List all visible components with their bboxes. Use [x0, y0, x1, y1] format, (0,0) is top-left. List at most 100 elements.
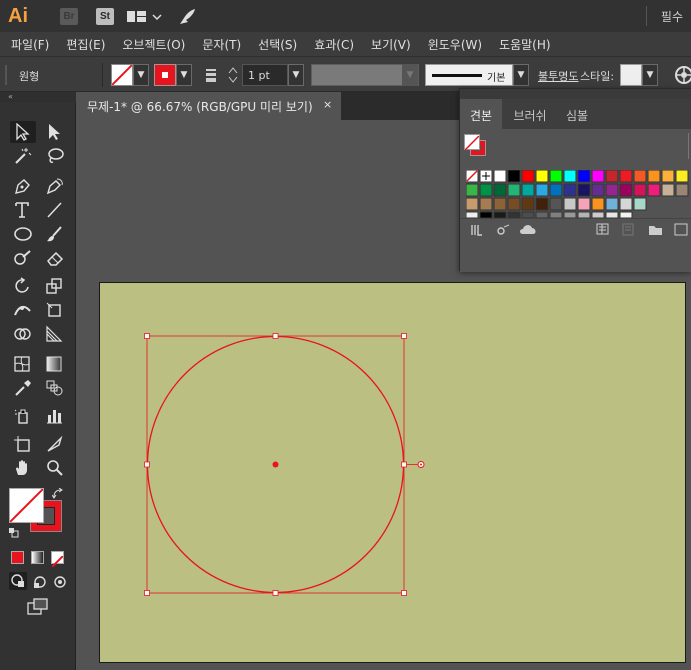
graphic-style-swatch[interactable] — [620, 64, 642, 86]
stroke-weight-dropdown[interactable]: ▼ — [288, 64, 304, 86]
none-slash-icon — [51, 555, 64, 568]
curvature-tool[interactable] — [42, 175, 68, 197]
line-segment-tool[interactable] — [42, 199, 68, 221]
style-dropdown[interactable]: ▼ — [642, 64, 658, 86]
new-color-group-icon[interactable] — [596, 223, 612, 237]
paintbrush-tool[interactable] — [42, 223, 68, 245]
pen-tool[interactable] — [10, 175, 36, 197]
width-icon — [14, 305, 31, 316]
hand-tool[interactable] — [10, 457, 36, 479]
menu-type[interactable]: 문자(T) — [202, 36, 241, 53]
stroke-color-swatch[interactable] — [154, 64, 176, 86]
new-group-folder-icon[interactable] — [648, 223, 664, 237]
gradient-tool[interactable] — [42, 353, 68, 375]
rotate-tool[interactable] — [10, 275, 36, 297]
profile-dropdown[interactable]: ▼ — [402, 64, 418, 86]
shape-builder-tool[interactable] — [10, 323, 36, 345]
swatch-options-icon[interactable] — [622, 223, 636, 237]
draw-behind-icon[interactable] — [32, 574, 48, 590]
none-slash-icon — [9, 488, 44, 523]
tools-panel-grip[interactable]: « — [0, 92, 76, 102]
fill-dropdown[interactable]: ▼ — [133, 64, 149, 86]
scale-tool[interactable] — [42, 275, 68, 297]
cloud-libraries-icon[interactable] — [518, 222, 540, 236]
swatch-libraries-icon[interactable] — [470, 223, 484, 237]
separator — [102, 63, 103, 87]
symbol-sprayer-tool[interactable] — [10, 405, 36, 427]
eraser-tool[interactable] — [42, 247, 68, 269]
draw-normal-icon — [11, 574, 24, 587]
slice-tool[interactable] — [42, 433, 68, 455]
default-fill-stroke-icon[interactable] — [9, 528, 19, 538]
selection-tool[interactable] — [10, 121, 36, 143]
eyedropper-tool[interactable] — [10, 377, 36, 399]
screen-mode-icon[interactable] — [26, 598, 50, 616]
document-tab[interactable]: 무제-1* @ 66.67% (RGB/GPU 미리 보기) × — [77, 92, 341, 120]
mesh-icon — [14, 356, 30, 372]
blend-icon — [46, 380, 63, 396]
hand-icon — [16, 460, 27, 475]
draw-normal-button[interactable] — [9, 572, 27, 590]
color-mode-button[interactable] — [11, 551, 24, 564]
panel-tab-bar: 견본 브러쉬 심볼 — [460, 99, 691, 129]
title-bar: Ai Br St 필수 — [0, 0, 691, 32]
column-graph-tool[interactable] — [42, 405, 68, 427]
shape-builder-icon — [14, 328, 31, 340]
ellipse-tool[interactable] — [10, 223, 36, 245]
menu-effect[interactable]: 효과(C) — [314, 36, 354, 53]
new-swatch-icon[interactable] — [674, 223, 690, 237]
menu-select[interactable]: 선택(S) — [258, 36, 297, 53]
gpu-performance-icon[interactable] — [178, 8, 196, 26]
shaper-tool[interactable] — [10, 247, 36, 269]
free-transform-tool[interactable] — [42, 299, 68, 321]
draw-inside-icon[interactable] — [52, 574, 68, 590]
perspective-grid-tool[interactable] — [42, 323, 68, 345]
menu-view[interactable]: 보기(V) — [371, 36, 411, 53]
fill-color-box[interactable] — [9, 488, 44, 523]
none-slash-icon — [111, 64, 133, 86]
panel-header[interactable] — [460, 89, 691, 99]
none-mode-button[interactable] — [51, 551, 64, 568]
panel-fill-indicator[interactable] — [464, 134, 480, 151]
gradient-mode-button[interactable] — [31, 551, 44, 564]
stroke-weight-input[interactable]: 1 pt — [242, 64, 288, 86]
bridge-button[interactable]: Br — [60, 8, 78, 25]
brush-definition[interactable]: 기본 — [425, 64, 513, 86]
tools-panel — [0, 102, 76, 670]
brush-dropdown[interactable]: ▼ — [513, 64, 529, 86]
mesh-tool[interactable] — [10, 353, 36, 375]
tab-brushes[interactable]: 브러쉬 — [504, 99, 556, 129]
close-tab-button[interactable]: × — [323, 98, 332, 111]
zoom-tool[interactable] — [42, 457, 68, 479]
stepper-icon[interactable] — [228, 66, 238, 84]
width-tool[interactable] — [10, 299, 36, 321]
menu-object[interactable]: 오브젝트(O) — [122, 36, 185, 53]
tab-symbols[interactable]: 심볼 — [558, 99, 596, 129]
menu-window[interactable]: 윈도우(W) — [428, 36, 482, 53]
arrange-documents-icon[interactable] — [127, 10, 163, 24]
direct-selection-tool[interactable] — [42, 121, 68, 143]
recolor-artwork-icon[interactable] — [674, 65, 691, 85]
stroke-dropdown[interactable]: ▼ — [176, 64, 192, 86]
swap-fill-stroke-icon[interactable] — [52, 488, 64, 500]
workspace-switcher[interactable]: 필수 — [661, 8, 683, 25]
artboard[interactable] — [99, 282, 686, 663]
stock-button[interactable]: St — [96, 8, 114, 25]
type-tool[interactable] — [10, 199, 36, 221]
menu-help[interactable]: 도움말(H) — [499, 36, 551, 53]
tab-swatches[interactable]: 견본 — [460, 99, 502, 129]
show-kinds-icon[interactable] — [496, 223, 512, 237]
scale-icon — [46, 278, 62, 294]
swatch-grid[interactable] — [466, 170, 691, 222]
document-tab-title: 무제-1* @ 66.67% (RGB/GPU 미리 보기) — [87, 100, 313, 114]
artboard-tool[interactable] — [10, 433, 36, 455]
menu-edit[interactable]: 편집(E) — [66, 36, 105, 53]
slice-knife-icon — [47, 435, 63, 452]
lasso-tool[interactable] — [42, 145, 68, 167]
app-logo: Ai — [8, 5, 28, 27]
fill-color-swatch[interactable] — [111, 64, 133, 86]
opacity-link[interactable]: 불투명도 — [538, 68, 578, 84]
menu-file[interactable]: 파일(F) — [11, 36, 49, 53]
magic-wand-tool[interactable] — [10, 145, 36, 167]
blend-tool[interactable] — [42, 377, 68, 399]
